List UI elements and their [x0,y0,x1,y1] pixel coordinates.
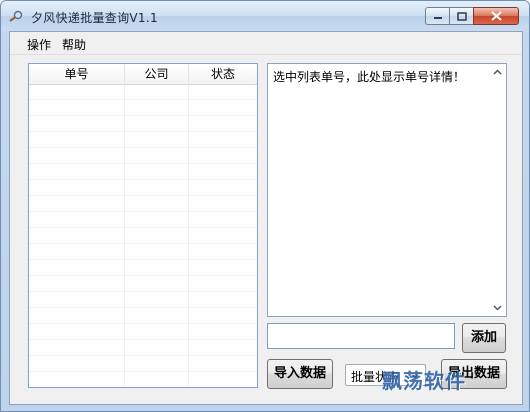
table-row [29,340,257,356]
table-row [29,84,257,100]
client-area: 操作 帮助 单号 公司 状态 选中列表单号，此处显示单号详情！ 添加 导入数据 … [9,31,523,405]
table-row [29,244,257,260]
column-header-status[interactable]: 状态 [189,64,257,84]
detail-panel[interactable]: 选中列表单号，此处显示单号详情！ [267,63,507,317]
table-row [29,180,257,196]
tracking-number-input[interactable] [267,323,455,349]
maximize-button[interactable] [449,7,474,25]
detail-text: 选中列表单号，此处显示单号详情！ [273,70,466,84]
table-row [29,324,257,340]
menu-operations[interactable]: 操作 [24,36,54,53]
menu-bar: 操作 帮助 [10,32,522,55]
maximize-icon [456,11,467,21]
app-window: 夕风快递批量查询V1.1 操作 帮助 单号 公司 状态 选中列表单号，此处显示单… [0,0,530,412]
title-bar[interactable]: 夕风快递批量查询V1.1 [1,1,529,31]
table-row [29,292,257,308]
detail-scrollbar[interactable] [489,64,506,316]
table-row [29,100,257,116]
table-row [29,196,257,212]
add-button[interactable]: 添加 [462,323,506,353]
table-row [29,356,257,372]
scroll-up-icon[interactable] [493,69,502,75]
import-data-button[interactable]: 导入数据 [267,359,333,389]
watermark: 飘荡软件 [382,369,466,393]
table-row [29,212,257,228]
minimize-icon [433,17,442,19]
table-row [29,372,257,387]
close-icon [490,11,502,21]
table-row [29,164,257,180]
table-row [29,228,257,244]
table-row [29,148,257,164]
column-header-company[interactable]: 公司 [125,64,189,84]
tracking-list[interactable]: 单号 公司 状态 [28,63,258,388]
grid-divider [188,84,189,387]
window-title: 夕风快递批量查询V1.1 [31,11,158,25]
table-row [29,260,257,276]
table-row [29,132,257,148]
table-row [29,308,257,324]
minimize-button[interactable] [425,7,450,25]
grid-divider [124,84,125,387]
close-button[interactable] [473,7,519,25]
table-row [29,116,257,132]
menu-help[interactable]: 帮助 [59,36,89,53]
table-row [29,276,257,292]
magnifier-app-icon [9,10,23,22]
scroll-down-icon[interactable] [493,305,502,311]
list-header: 单号 公司 状态 [29,64,257,85]
column-header-number[interactable]: 单号 [29,64,125,84]
